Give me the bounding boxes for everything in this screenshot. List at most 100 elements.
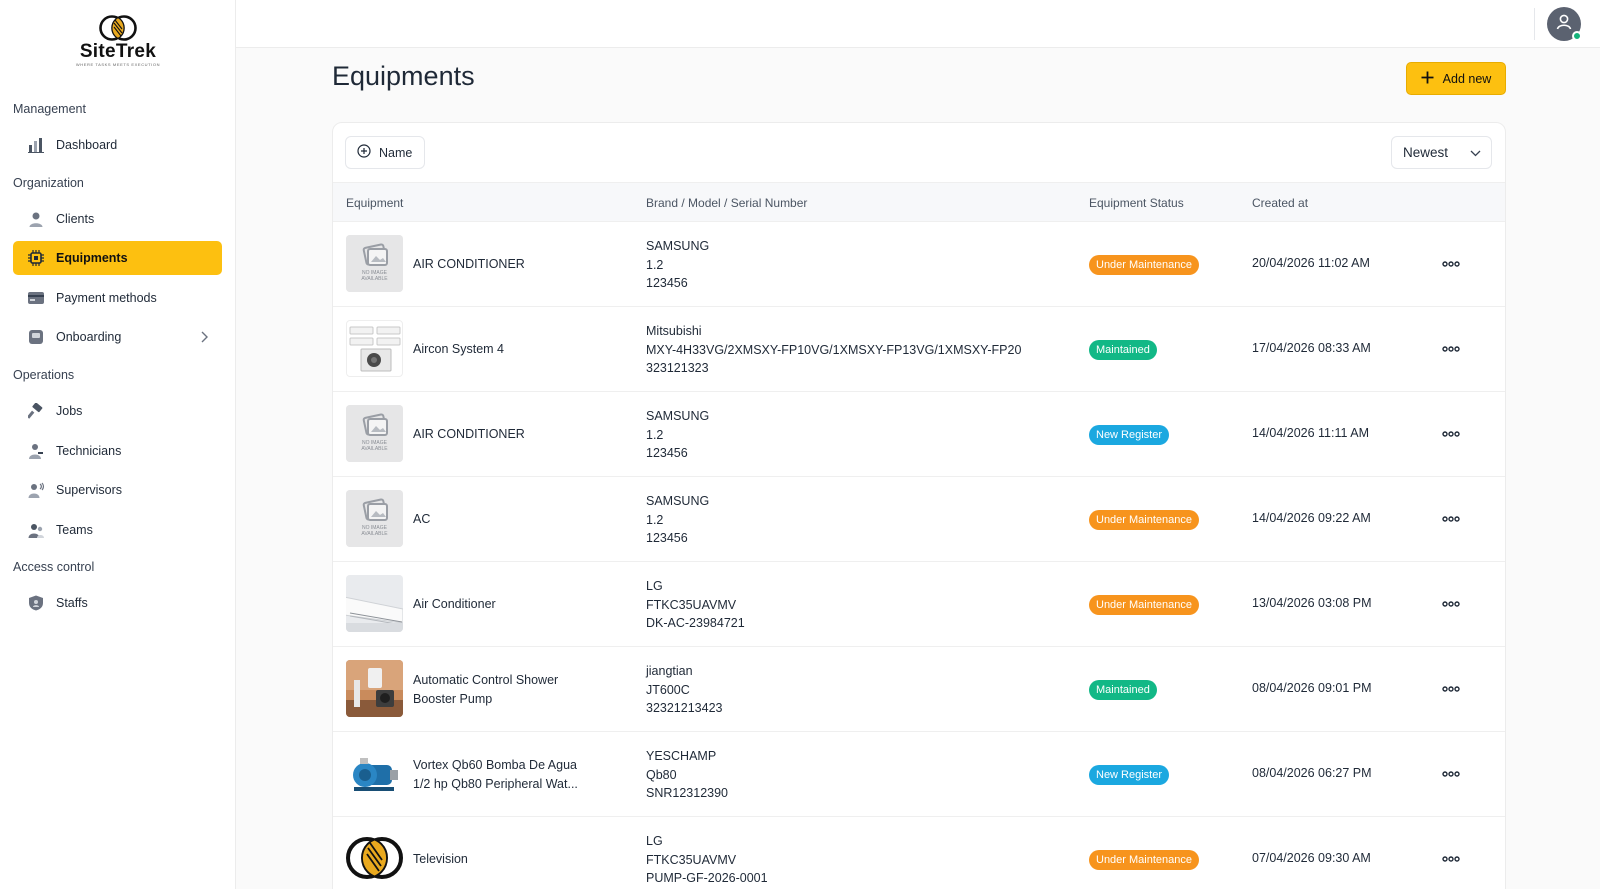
top-bar [236, 0, 1600, 48]
sidebar-item-jobs[interactable]: Jobs [13, 394, 222, 428]
model: JT600C [646, 682, 690, 697]
sidebar-item-technicians[interactable]: Technicians [13, 434, 222, 468]
sidebar-item-teams[interactable]: Teams [13, 513, 222, 547]
user-avatar-icon [1554, 12, 1574, 37]
brand-model-serial: YESCHAMP Qb80 SNR12312390 [646, 747, 728, 803]
table-row[interactable]: NO IMAGE AVAILABLE AIR CONDITIONER SAMSU… [333, 392, 1505, 477]
status-badge: Maintained [1089, 340, 1157, 360]
table-header: Equipment Brand / Model / Serial Number … [333, 182, 1505, 222]
column-header-equipment[interactable]: Equipment [346, 196, 403, 210]
sidebar-item-payment-methods[interactable]: Payment methods [13, 281, 222, 315]
serial-number: 323121323 [646, 361, 709, 375]
table-row[interactable]: NO IMAGE AVAILABLE AC SAMSUNG 1.2 123456… [333, 477, 1505, 562]
table-row[interactable]: NO IMAGE AVAILABLE AIR CONDITIONER SAMSU… [333, 222, 1505, 307]
sidebar-item-onboarding[interactable]: Onboarding [13, 320, 222, 354]
brand-model-serial: LG FTKC35UAVMV PUMP-GF-2026-0001 [646, 832, 768, 888]
name-filter-button[interactable]: Name [345, 136, 425, 169]
equipment-name: Air Conditioner [413, 597, 496, 611]
add-new-button[interactable]: Add new [1406, 62, 1506, 95]
more-options-icon[interactable] [1440, 852, 1462, 866]
more-options-icon[interactable] [1440, 512, 1462, 526]
sidebar-item-label: Payment methods [56, 291, 157, 305]
table-row[interactable]: Air Conditioner LG FTKC35UAVMV DK-AC-239… [333, 562, 1505, 647]
more-options-icon[interactable] [1440, 342, 1462, 356]
sidebar-item-label: Technicians [56, 444, 122, 458]
more-options-icon[interactable] [1440, 682, 1462, 696]
table-row[interactable]: Vortex Qb60 Bomba De Agua 1/2 hp Qb80 Pe… [333, 732, 1505, 817]
status-badge: Under Maintenance [1089, 595, 1200, 615]
brand: SAMSUNG [646, 239, 710, 253]
sidebar-item-staffs[interactable]: Staffs [13, 586, 222, 620]
chip-icon [27, 249, 45, 267]
wall-ac-thumbnail [346, 575, 403, 632]
logo-mark-icon [99, 15, 137, 41]
equipment-name-line: Automatic Control Shower [413, 673, 559, 687]
sidebar-item-equipments[interactable]: Equipments [13, 241, 222, 275]
chevron-down-icon [1470, 145, 1481, 160]
more-options-icon[interactable] [1440, 257, 1462, 271]
model: Qb80 [646, 767, 677, 782]
status-badge: Under Maintenance [1089, 850, 1200, 870]
equipment-name-line: Vortex Qb60 Bomba De Agua [413, 758, 577, 772]
equipment-name: Automatic Control Shower Booster Pump [413, 671, 558, 708]
sidebar-item-label: Onboarding [56, 330, 122, 344]
brand: jiangtian [646, 664, 693, 678]
equipment-name: AC [413, 512, 431, 526]
shield-icon [27, 594, 45, 612]
online-status-dot [1572, 31, 1582, 41]
brand: LG [646, 579, 663, 593]
column-header-created-at[interactable]: Created at [1252, 196, 1308, 210]
status-badge: New Register [1089, 425, 1170, 445]
sidebar-item-supervisors[interactable]: Supervisors [13, 473, 222, 507]
brand-model-serial: SAMSUNG 1.2 123456 [646, 237, 709, 293]
no-image-thumbnail: NO IMAGE AVAILABLE [346, 405, 403, 462]
serial-number: 123456 [646, 446, 688, 460]
brand: LG [646, 834, 663, 848]
model: MXY-4H33VG/2XMSXY-FP10VG/1XMSXY-FP13VG/1… [646, 342, 1022, 357]
filter-label: Name [379, 145, 413, 160]
created-at: 08/04/2026 09:01 PM [1252, 681, 1372, 695]
onboarding-icon [27, 328, 45, 346]
status-badge: Maintained [1089, 680, 1157, 700]
no-image-thumbnail: NO IMAGE AVAILABLE [346, 490, 403, 547]
brand-name: SiteTrek [79, 41, 157, 62]
table-row[interactable]: Television LG FTKC35UAVMV PUMP-GF-2026-0… [333, 817, 1505, 889]
column-header-status[interactable]: Equipment Status [1089, 196, 1184, 210]
card-icon [27, 289, 45, 307]
user-avatar[interactable] [1547, 7, 1582, 41]
bar-chart-icon [27, 136, 45, 154]
section-organization: Organization [13, 176, 84, 190]
serial-number: SNR12312390 [646, 786, 729, 800]
plus-circle-icon [357, 144, 371, 161]
brand-tagline: WHERE TASKS MEETS EXECUTION [75, 62, 161, 67]
no-image-thumbnail: NO IMAGE AVAILABLE [346, 235, 403, 292]
sort-select[interactable]: Newest [1391, 136, 1492, 169]
brand-model-serial: SAMSUNG 1.2 123456 [646, 407, 709, 463]
serial-number: 32321213423 [646, 701, 723, 715]
sidebar-item-dashboard[interactable]: Dashboard [13, 128, 222, 162]
sitetrek-logo[interactable]: SiteTrek WHERE TASKS MEETS EXECUTION [62, 14, 174, 76]
sidebar-item-clients[interactable]: Clients [13, 202, 222, 236]
model: 1.2 [646, 512, 664, 527]
serial-number: 123456 [646, 531, 688, 545]
brand-model-serial: jiangtian JT600C 32321213423 [646, 662, 722, 718]
model: FTKC35UAVMV [646, 597, 737, 612]
section-operations: Operations [13, 368, 75, 382]
created-at: 08/04/2026 06:27 PM [1252, 766, 1372, 780]
created-at: 14/04/2026 09:22 AM [1252, 511, 1371, 525]
table-row[interactable]: Automatic Control Shower Booster Pump ji… [333, 647, 1505, 732]
column-header-brand-model-serial[interactable]: Brand / Model / Serial Number [646, 196, 807, 210]
add-new-label: Add new [1442, 71, 1492, 86]
sort-value: Newest [1403, 145, 1449, 160]
more-options-icon[interactable] [1440, 597, 1462, 611]
more-options-icon[interactable] [1440, 427, 1462, 441]
equipment-name: AIR CONDITIONER [413, 427, 525, 441]
more-options-icon[interactable] [1440, 767, 1462, 781]
serial-number: PUMP-GF-2026-0001 [646, 871, 768, 885]
table-row[interactable]: Aircon System 4 Mitsubishi MXY-4H33VG/2X… [333, 307, 1505, 392]
section-access-control: Access control [13, 560, 95, 574]
brand: SAMSUNG [646, 409, 710, 423]
brand: SAMSUNG [646, 494, 710, 508]
equipment-name: Vortex Qb60 Bomba De Agua 1/2 hp Qb80 Pe… [413, 756, 578, 793]
sidebar-item-label: Jobs [56, 404, 83, 418]
